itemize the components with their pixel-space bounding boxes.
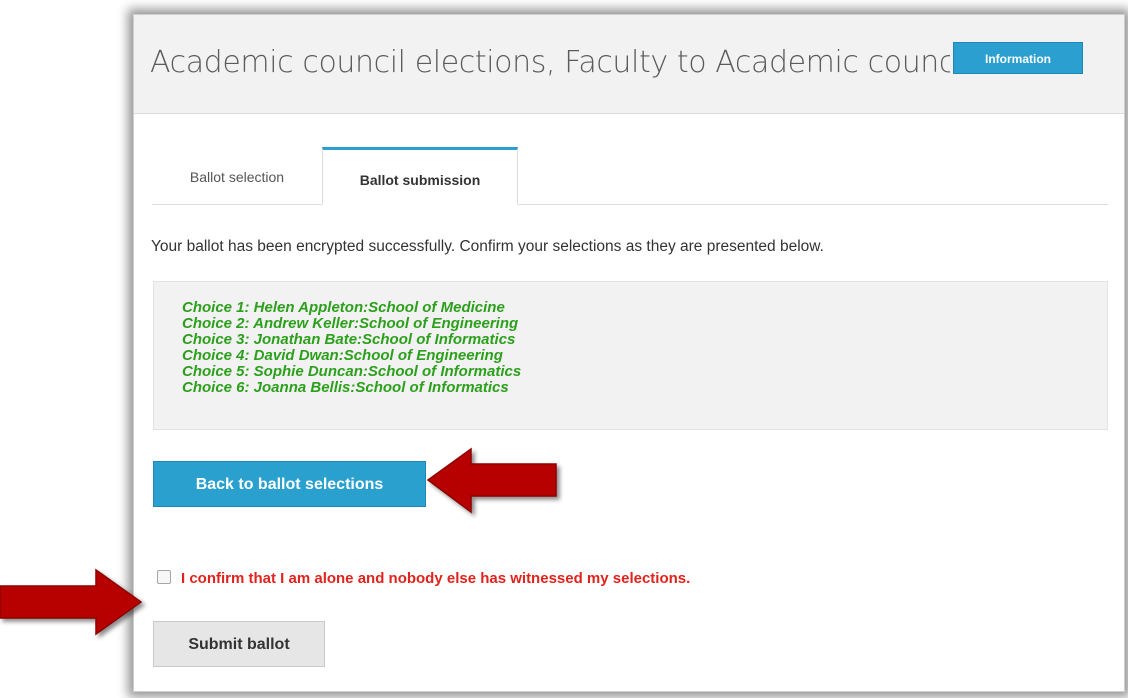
- information-button[interactable]: Information: [953, 42, 1083, 74]
- page-title: Academic council elections, Faculty to A…: [150, 45, 950, 80]
- tab-ballot-selection[interactable]: Ballot selection: [152, 147, 322, 204]
- tab-ballot-submission[interactable]: Ballot submission: [322, 147, 518, 205]
- choice-item: Choice 3: Jonathan Bate:School of Inform…: [182, 331, 516, 348]
- submit-ballot-button[interactable]: Submit ballot: [153, 621, 325, 667]
- back-to-selections-button[interactable]: Back to ballot selections: [153, 461, 426, 507]
- choice-item: Choice 4: David Dwan:School of Engineeri…: [182, 347, 503, 364]
- confirm-checkbox-label: I confirm that I am alone and nobody els…: [181, 570, 691, 587]
- choice-item: Choice 2: Andrew Keller:School of Engine…: [182, 315, 519, 332]
- confirm-alone-row: I confirm that I am alone and nobody els…: [157, 570, 690, 587]
- page-header: Academic council elections, Faculty to A…: [134, 15, 1124, 114]
- ballot-tabs: Ballot selection Ballot submission: [152, 147, 1108, 205]
- choice-item: Choice 5: Sophie Duncan:School of Inform…: [182, 363, 522, 380]
- left-arrow-annotation-icon: [426, 447, 557, 514]
- encryption-success-message: Your ballot has been encrypted successfu…: [151, 238, 824, 255]
- confirm-checkbox[interactable]: [157, 570, 171, 584]
- choice-item: Choice 6: Joanna Bellis:School of Inform…: [182, 379, 509, 396]
- selected-choices-box: Choice 1: Helen Appleton:School of Medic…: [153, 281, 1108, 430]
- right-arrow-annotation-icon: [0, 568, 143, 636]
- ballot-panel: Academic council elections, Faculty to A…: [133, 14, 1125, 692]
- choice-item: Choice 1: Helen Appleton:School of Medic…: [182, 299, 505, 316]
